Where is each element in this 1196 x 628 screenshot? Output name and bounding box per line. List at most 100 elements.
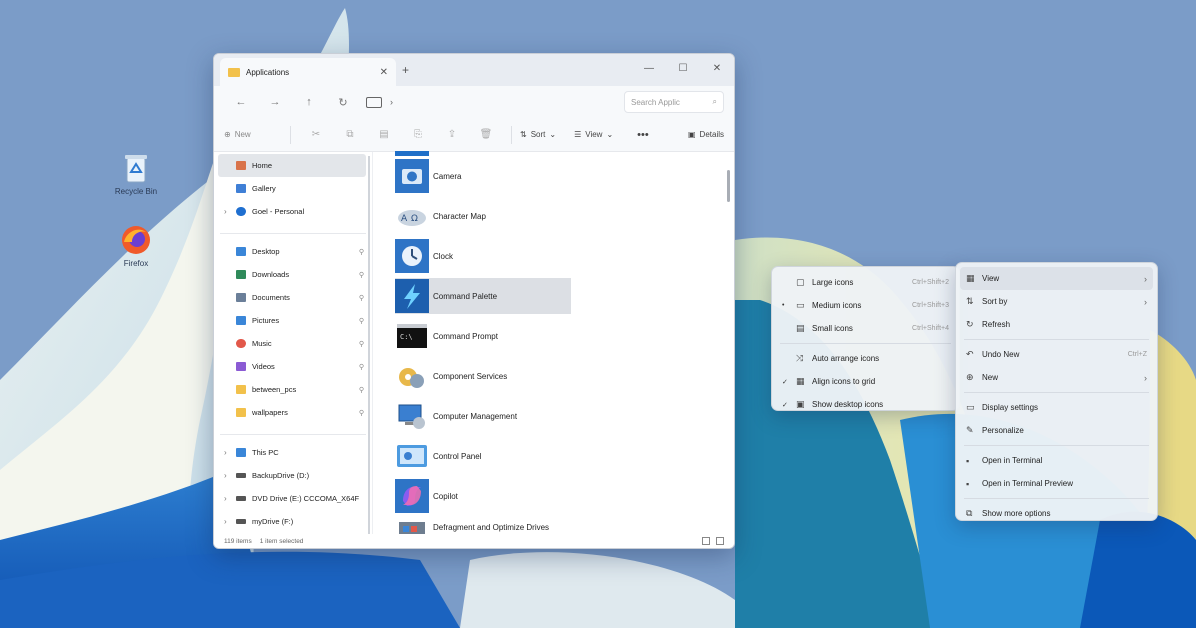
menu-item-refresh[interactable]: ↻ Refresh <box>956 313 1157 336</box>
search-icon: ⌕ <box>712 97 717 106</box>
music-icon <box>236 339 246 348</box>
share-icon[interactable]: ⇪ <box>435 129 469 140</box>
pictures-icon <box>236 316 246 325</box>
sidebar-item-this-pc[interactable]: › This PC <box>214 441 372 464</box>
tiles-view-button[interactable] <box>716 537 724 545</box>
refresh-button[interactable]: ↻ <box>326 96 360 109</box>
menu-item-sort-by[interactable]: ⇅ Sort by › <box>956 290 1157 313</box>
details-view-button[interactable] <box>702 537 710 545</box>
new-button[interactable]: ⊕ New <box>224 130 282 139</box>
sidebar-item-mydrive[interactable]: › myDrive (F:) <box>214 510 372 533</box>
expand-chevron-icon[interactable]: › <box>224 494 236 503</box>
home-icon <box>236 161 246 170</box>
drive-icon <box>236 519 246 524</box>
menu-item-small-icons[interactable]: ▤ Small icons Ctrl+Shift+4 <box>772 317 959 340</box>
menu-item-medium-icons[interactable]: • ▭ Medium icons Ctrl+Shift+3 <box>772 294 959 317</box>
component-services-icon <box>399 368 424 388</box>
sort-button[interactable]: ⇅ Sort ⌄ <box>520 130 556 139</box>
menu-separator <box>780 343 951 344</box>
partial-file-item[interactable] <box>395 150 429 156</box>
sidebar-item-between-pcs[interactable]: between_pcs ⚲ <box>214 378 372 401</box>
file-item-character-map[interactable]: AΩ Character Map <box>395 198 486 234</box>
expand-chevron-icon[interactable]: › <box>224 207 236 216</box>
file-item-control-panel[interactable]: Control Panel <box>395 438 481 474</box>
menu-item-label: Large icons <box>812 278 854 287</box>
terminal-preview-icon: ▪ <box>966 478 970 489</box>
tab-applications[interactable]: Applications ✕ <box>220 58 396 86</box>
file-item-label: Computer Management <box>433 411 518 421</box>
rename-icon[interactable]: ⎘ <box>401 129 435 140</box>
sort-label: Sort <box>530 130 546 139</box>
sidebar-item-gallery[interactable]: Gallery <box>214 177 372 200</box>
sidebar-item-downloads[interactable]: Downloads ⚲ <box>214 263 372 286</box>
sidebar-item-dvd-drive[interactable]: › DVD Drive (E:) CCCOMA_X64F <box>214 487 372 510</box>
menu-item-undo-new[interactable]: ↶ Undo New Ctrl+Z <box>956 343 1157 366</box>
minimize-button[interactable]: — <box>632 54 666 82</box>
file-item-computer-management[interactable]: Computer Management <box>395 398 517 434</box>
file-item-clock[interactable]: Clock <box>395 238 453 274</box>
paste-icon[interactable]: ▤ <box>367 129 401 140</box>
close-window-button[interactable]: ✕ <box>700 54 734 82</box>
search-input[interactable]: Search Applic ⌕ <box>624 91 724 113</box>
menu-item-label: Show more options <box>982 509 1051 518</box>
menu-item-open-in-terminal-preview[interactable]: ▪ Open in Terminal Preview <box>956 472 1157 495</box>
sidebar-item-home[interactable]: Home <box>218 154 366 177</box>
cut-icon[interactable]: ✂ <box>299 129 333 140</box>
file-item-component-services[interactable]: Component Services <box>395 358 507 394</box>
menu-item-auto-arrange[interactable]: ⤨ Auto arrange icons <box>772 347 959 370</box>
menu-item-new[interactable]: ⊕ New › <box>956 366 1157 389</box>
details-button[interactable]: ▣ Details <box>688 130 724 139</box>
delete-icon[interactable]: 🗑 <box>469 129 503 140</box>
menu-item-label: Show desktop icons <box>812 400 884 409</box>
sidebar-item-onedrive[interactable]: › Goel - Personal <box>214 200 372 223</box>
view-button[interactable]: ☰ View ⌄ <box>574 130 613 139</box>
menu-item-show-more-options[interactable]: ⧉ Show more options <box>956 502 1157 525</box>
maximize-button[interactable]: ☐ <box>666 54 700 82</box>
menu-item-label: New <box>982 373 999 382</box>
sidebar-item-wallpapers[interactable]: wallpapers ⚲ <box>214 401 372 424</box>
forward-button[interactable]: → <box>258 96 292 108</box>
copy-icon[interactable]: ⧉ <box>333 129 367 140</box>
command-palette-icon <box>395 279 429 313</box>
file-item-copilot[interactable]: Copilot <box>395 478 458 514</box>
file-item-camera[interactable]: Camera <box>395 158 461 194</box>
menu-item-view[interactable]: ▦ View › <box>960 267 1153 290</box>
file-list-scrollbar[interactable] <box>727 170 730 202</box>
command-prompt-icon: C:\ <box>397 324 427 348</box>
back-button[interactable]: ← <box>224 96 258 108</box>
expand-chevron-icon[interactable]: › <box>224 517 236 526</box>
more-options-button[interactable]: ••• <box>637 129 649 141</box>
close-tab-icon[interactable]: ✕ <box>380 67 388 78</box>
menu-item-display-settings[interactable]: ▭ Display settings <box>956 396 1157 419</box>
file-item-command-prompt[interactable]: C:\ Command Prompt <box>395 318 498 354</box>
up-button[interactable]: ↑ <box>292 96 326 108</box>
more-options-icon: ⧉ <box>966 508 973 518</box>
menu-item-open-in-terminal[interactable]: ▪ Open in Terminal <box>956 449 1157 472</box>
expand-chevron-icon[interactable]: › <box>224 471 236 480</box>
address-monitor-icon[interactable] <box>366 96 382 108</box>
refresh-icon: ↻ <box>966 319 974 329</box>
desktop-icon-firefox[interactable]: Firefox <box>106 224 166 268</box>
file-item-command-palette[interactable]: Command Palette <box>395 278 571 314</box>
sidebar-item-label: between_pcs <box>252 385 297 394</box>
new-tab-button[interactable]: + <box>402 63 409 77</box>
desktop-folder-icon <box>236 247 246 256</box>
sidebar-item-backupdrive[interactable]: › BackupDrive (D:) <box>214 464 372 487</box>
sidebar-item-desktop[interactable]: Desktop ⚲ <box>214 240 372 263</box>
add-icon: ⊕ <box>224 130 231 139</box>
menu-item-large-icons[interactable]: ▢ Large icons Ctrl+Shift+2 <box>772 271 959 294</box>
menu-item-personalize[interactable]: ✎ Personalize <box>956 419 1157 442</box>
address-chevron-icon[interactable]: › <box>390 97 393 107</box>
sidebar-item-music[interactable]: Music ⚲ <box>214 332 372 355</box>
sidebar-item-documents[interactable]: Documents ⚲ <box>214 286 372 309</box>
sidebar-item-pictures[interactable]: Pictures ⚲ <box>214 309 372 332</box>
sidebar-scrollbar[interactable] <box>368 156 370 536</box>
desktop-icon-recycle-bin[interactable]: Recycle Bin <box>106 152 166 196</box>
expand-chevron-icon[interactable]: › <box>224 448 236 457</box>
sidebar-item-videos[interactable]: Videos ⚲ <box>214 355 372 378</box>
recycle-bin-icon <box>125 155 147 183</box>
menu-item-show-desktop-icons[interactable]: ✓ ▣ Show desktop icons <box>772 393 959 416</box>
menu-item-label: Sort by <box>982 297 1008 306</box>
menu-item-align-to-grid[interactable]: ✓ ▦ Align icons to grid <box>772 370 959 393</box>
align-grid-icon: ▦ <box>796 376 805 386</box>
